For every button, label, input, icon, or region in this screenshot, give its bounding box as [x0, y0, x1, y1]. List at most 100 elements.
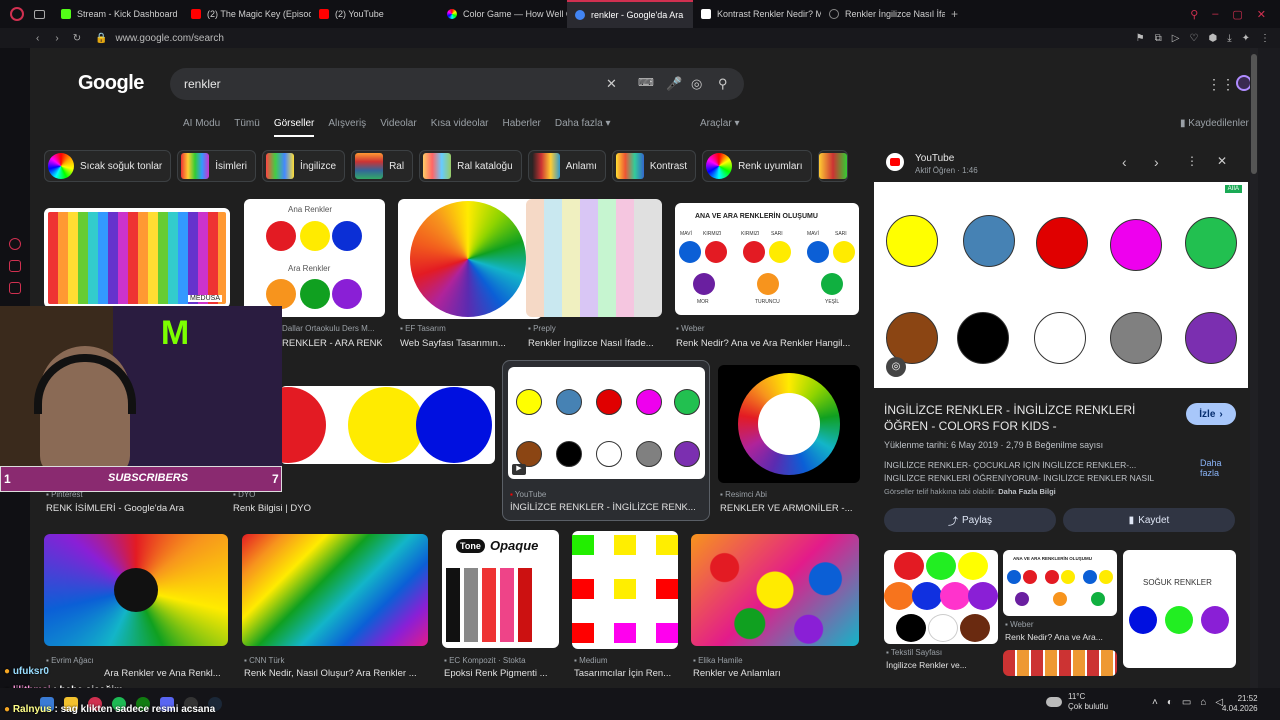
result-source[interactable]: ▪ CNN Türk — [244, 656, 428, 665]
more-info-link[interactable]: Daha Fazla Bilgi — [998, 487, 1056, 496]
result-title[interactable]: RENK İSİMLERİ - Google'da Ara — [46, 503, 226, 514]
chip-hot-cold[interactable]: Sıcak soğuk tonlar — [44, 150, 172, 182]
search-tabs-icon[interactable]: ⚲ — [1190, 8, 1198, 21]
result-title[interactable]: RENKLER VE ARMONİLER -... — [720, 503, 860, 514]
chip-names[interactable]: İsimleri — [177, 150, 256, 182]
result-source[interactable]: Dallar Ortaokulu Ders M... — [282, 324, 382, 333]
keyboard-icon[interactable]: ⌨ — [638, 76, 654, 89]
chevron-up-icon[interactable]: ˄ — [1152, 697, 1158, 708]
result-title[interactable]: Renk Bilgisi | DYO — [233, 503, 433, 514]
related-image-ana-ara[interactable]: ANA VE ARA RENKLERİN OLUŞUMU — [1003, 550, 1117, 616]
clock[interactable]: 21:52 4.04.2026 — [1222, 694, 1258, 714]
tab-kontrast[interactable]: Kontrast Renkler Nedir? M — [693, 0, 821, 28]
image-result-big-circles[interactable] — [280, 386, 495, 464]
url-field[interactable]: www.google.com/search — [116, 33, 224, 44]
lens-icon[interactable]: ◎ — [691, 76, 702, 92]
more-link[interactable]: Daha fazla — [1200, 458, 1240, 478]
image-result-swatches[interactable] — [526, 199, 662, 317]
image-result-pencils[interactable] — [44, 534, 228, 646]
mic-icon[interactable]: 🎤 — [666, 76, 682, 92]
watch-button[interactable]: İzle › — [1186, 403, 1236, 425]
chip-english[interactable]: İngilizce — [261, 150, 346, 182]
chip-contrast[interactable]: Kontrast — [611, 150, 697, 182]
tab-news[interactable]: Haberler — [503, 118, 541, 137]
image-result-ana-ara[interactable]: ANA VE ARA RENKLERİN OLUŞUMU MAVİ KIRMIZ… — [675, 203, 859, 315]
save-button[interactable]: ▮ Kaydet — [1063, 508, 1235, 532]
weather-widget[interactable]: 11°C Çok bulutlu — [1046, 692, 1108, 712]
tab-more[interactable]: Daha fazla ▾ — [555, 118, 611, 137]
panel-more-icon[interactable]: ⋮ — [1186, 154, 1198, 168]
page-scrollbar[interactable] — [1250, 48, 1258, 688]
result-title[interactable]: Renk Nedir? Ana ve Ara... — [1005, 632, 1117, 642]
result-title[interactable]: Renkler ve Anlamları — [693, 668, 861, 679]
play-icon[interactable]: ▷ — [1172, 33, 1180, 44]
maximize-icon[interactable]: ▢ — [1232, 8, 1242, 21]
result-title[interactable]: RENKLER - ARA RENK... — [282, 338, 382, 349]
search-icon[interactable]: ⚲ — [718, 76, 728, 92]
network-icon[interactable]: ⌂ — [1200, 697, 1206, 708]
panel-close-icon[interactable]: ✕ — [1217, 154, 1227, 168]
image-result-armoni-wheel[interactable] — [718, 365, 860, 483]
tools-button[interactable]: Araçlar ▾ — [700, 118, 740, 129]
panel-source[interactable]: YouTube — [915, 153, 954, 164]
result-source[interactable]: ▪ Resimci Abi — [720, 490, 860, 499]
extensions-icon[interactable]: ⧉ — [1155, 33, 1162, 44]
new-tab-button[interactable]: + — [951, 8, 963, 20]
tab-short-videos[interactable]: Kısa videolar — [431, 118, 489, 137]
workspaces-icon[interactable] — [34, 9, 45, 19]
result-title[interactable]: Epoksi Renk Pigmenti ... — [444, 668, 562, 679]
next-image-icon[interactable]: › — [1154, 154, 1159, 170]
sidebar-bag-icon[interactable] — [9, 260, 21, 272]
panel-title[interactable]: İNGİLİZCE RENKLER - İNGİLİZCE RENKLERİ Ö… — [884, 402, 1174, 434]
result-source[interactable]: ▪ YouTube — [510, 490, 700, 499]
mic-tray-icon[interactable]: ◐ — [1167, 697, 1173, 708]
forward-icon[interactable]: › — [55, 33, 58, 44]
chip-meaning[interactable]: Anlamı — [527, 150, 606, 182]
clear-search-icon[interactable]: ✕ — [606, 76, 617, 92]
opera-logo-icon[interactable] — [10, 7, 24, 21]
result-source[interactable]: ▪ Medium — [574, 656, 680, 665]
result-title[interactable]: Renk Nedir? Ana ve Ara Renkler Hangil... — [676, 338, 860, 349]
result-source[interactable]: ▪ Weber — [1005, 620, 1117, 629]
tab-youtube[interactable]: (2) YouTube — [311, 0, 439, 28]
tab-ai-mode[interactable]: AI Modu — [183, 118, 220, 137]
result-title[interactable]: Renkler İngilizce Nasıl İfade... — [528, 338, 662, 349]
saved-button[interactable]: ▮ Kaydedilenler — [1180, 118, 1249, 129]
prev-image-icon[interactable]: ‹ — [1122, 154, 1127, 170]
sidebar-chat-icon[interactable] — [9, 282, 21, 294]
result-title[interactable]: Tasarımcılar İçin Ren... — [574, 668, 680, 679]
tab-shopping[interactable]: Alışveriş — [328, 118, 366, 137]
back-icon[interactable]: ‹ — [36, 33, 39, 44]
result-title[interactable]: Web Sayfası Tasarımın... — [400, 338, 540, 349]
result-source[interactable]: ▪ EF Tasarım — [400, 324, 540, 333]
scrollbar-thumb[interactable] — [1251, 54, 1257, 174]
lens-search-icon[interactable]: ◎ — [886, 357, 906, 377]
minimize-icon[interactable]: – — [1212, 8, 1218, 21]
reload-icon[interactable]: ↻ — [73, 33, 81, 44]
tab-magic-key[interactable]: (2) The Magic Key (Episod — [183, 0, 311, 28]
display-icon[interactable]: ▭ — [1182, 697, 1191, 708]
apps-grid-icon[interactable]: ⋮⋮ — [1207, 76, 1235, 93]
related-image-swatches[interactable] — [1003, 650, 1117, 676]
result-source[interactable]: ▪ Weber — [676, 324, 860, 333]
search-input[interactable]: renkler — [184, 77, 221, 91]
result-title[interactable]: Renk Nedir, Nasıl Oluşur? Ara Renkler ..… — [244, 668, 428, 679]
tab-google-search[interactable]: renkler - Google'da Ara — [567, 0, 693, 28]
chip-more[interactable] — [817, 150, 848, 182]
tab-all[interactable]: Tümü — [234, 118, 260, 137]
chip-ral-catalog[interactable]: Ral kataloğu — [419, 150, 522, 182]
download-icon[interactable]: ⤓ — [1227, 33, 1231, 44]
result-title[interactable]: Ara Renkler ve Ana Renkl... — [104, 668, 228, 679]
result-title[interactable]: İNGİLİZCE RENKLER - İNGİLİZCE RENK... — [510, 502, 700, 513]
tab-color-game[interactable]: Color Game — How Well C — [439, 0, 567, 28]
share-button[interactable]: ⤴ Paylaş — [884, 508, 1056, 532]
image-result-ana-renkler[interactable]: Ana Renkler Ara Renkler — [244, 199, 385, 317]
image-result-tone-opaque[interactable]: Tone Opaque — [442, 530, 559, 648]
tab-kick[interactable]: Stream - Kick Dashboard — [53, 0, 183, 28]
chip-color-harmony[interactable]: Renk uyumları — [702, 150, 812, 182]
image-result-color-wheel[interactable] — [398, 199, 542, 319]
puzzle-icon[interactable]: ⬢ — [1208, 33, 1217, 44]
preview-image[interactable]: AIIA ◎ — [874, 182, 1248, 388]
related-image-english[interactable] — [884, 550, 998, 644]
close-window-icon[interactable]: ✕ — [1257, 8, 1266, 21]
